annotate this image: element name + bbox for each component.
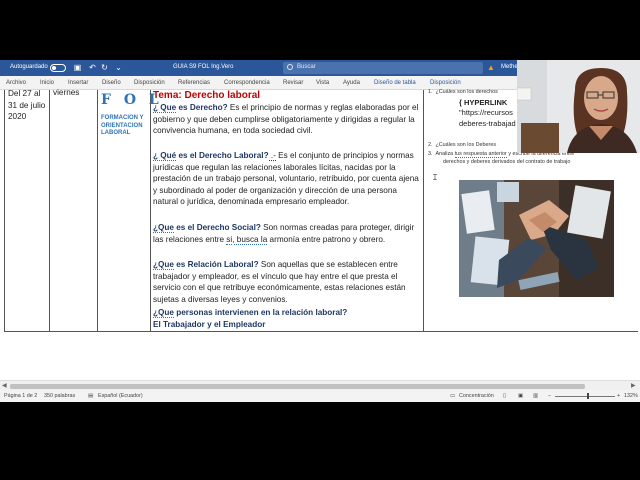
subject-subtitle: FORMACION Y ORIENTACION LABORAL <box>101 115 144 136</box>
list-item-2: 2. ¿Cuáles son los Deberes <box>428 142 496 149</box>
scroll-right-icon[interactable]: ▶ <box>631 382 636 389</box>
zoom-out-icon[interactable]: − <box>548 393 551 399</box>
tab-referencias[interactable]: Referencias <box>178 80 210 86</box>
tab-correspondencia[interactable]: Correspondencia <box>224 80 270 86</box>
scroll-left-icon[interactable]: ◀ <box>2 382 7 389</box>
webcam-overlay <box>517 60 640 153</box>
paragraph-derecho-laboral: ¿ Qué es el Derecho Laboral? .- Es el co… <box>153 150 421 208</box>
list-number: 1. <box>428 89 433 95</box>
list-number: 3. <box>428 151 433 157</box>
autosave-label: Autoguardado <box>10 64 48 70</box>
status-bar: Página 1 de 2 350 palabras ▤ Español (Ec… <box>0 390 640 402</box>
focus-mode[interactable]: Concentración <box>459 393 494 399</box>
date-cell: Del 27 al 31 de julio 2020 <box>8 89 46 121</box>
paragraph-personas: ¿Que personas intervienen en la relación… <box>153 307 421 319</box>
user-name[interactable]: Methe <box>501 64 518 70</box>
question-word: ¿Que <box>153 223 174 233</box>
save-icon[interactable]: ▣ <box>73 63 82 72</box>
tab-diseno-tabla[interactable]: Diseño de tabla <box>374 80 416 86</box>
answer-text: busca la <box>234 234 268 245</box>
list-item-1: 1. ¿Cuáles son los derechos <box>428 89 498 96</box>
question-word: ¿Que <box>153 308 174 318</box>
topic-heading: Tema: Derecho laboral <box>153 90 261 101</box>
tab-disposicion-tabla[interactable]: Disposición <box>430 80 461 86</box>
tab-ayuda[interactable]: Ayuda <box>343 80 360 86</box>
table-border-left <box>4 90 5 331</box>
redo-icon[interactable]: ↻ <box>100 63 109 72</box>
tab-diseno[interactable]: Diseño <box>102 80 121 86</box>
tab-disposicion[interactable]: Disposición <box>134 80 165 86</box>
text-cursor-icon: Ｉ <box>431 173 439 182</box>
paragraph-relacion-laboral: ¿Que es Relación Laboral? Son aquellas q… <box>153 259 421 305</box>
scrollbar-thumb[interactable] <box>10 384 585 389</box>
table-col-divider <box>49 90 50 331</box>
hyperlink-field[interactable]: { HYPERLINK <box>459 98 507 108</box>
list-item-3-line2: derechos y deberes derivados del contrat… <box>443 159 571 165</box>
question-text: es Derecho? <box>176 103 228 112</box>
answer-text: armonía entre patrono y obrero. <box>267 234 386 244</box>
hyperlink-url[interactable]: deberes-trabajad <box>459 119 516 129</box>
question-word: ¿ Qué <box>153 151 177 161</box>
language[interactable]: Español (Ecuador) <box>98 393 143 399</box>
hyperlink-url[interactable]: "https://recursos <box>459 108 513 118</box>
question-word: ¿Que <box>153 260 174 270</box>
handshake-image[interactable] <box>459 180 614 297</box>
search-icon <box>287 64 293 70</box>
question-text: es Relación Laboral? <box>173 260 259 269</box>
list-text: ¿Cuáles son los Deberes <box>435 142 497 148</box>
print-layout-icon[interactable]: ▣ <box>518 393 523 399</box>
document-title: GUIA S9 FOL Ing.Vero <box>173 64 234 70</box>
zoom-slider[interactable] <box>555 396 615 397</box>
question-word: ¿ Que <box>153 103 177 113</box>
tab-revisar[interactable]: Revisar <box>283 80 303 86</box>
web-layout-icon[interactable]: ▥ <box>533 393 538 399</box>
dash-mark: .- <box>268 151 276 161</box>
list-number: 2. <box>428 142 433 148</box>
screen: Autoguardado ▣ ↶ ↻ ⌄ GUIA S9 FOL Ing.Ver… <box>0 0 640 480</box>
list-text: ¿Cuáles son los derechos <box>435 89 498 95</box>
zoom-level[interactable]: 132% <box>624 393 638 399</box>
proofing-icon[interactable]: ▤ <box>88 393 93 399</box>
list-text: tus respuesta anterior <box>454 151 507 158</box>
question-text: es el Derecho Laboral? <box>176 151 269 160</box>
warning-icon[interactable]: ▲ <box>487 63 495 72</box>
tab-inicio[interactable]: Inicio <box>40 80 54 86</box>
question-text: es el Derecho Social? <box>173 223 261 232</box>
zoom-slider-thumb[interactable] <box>587 393 589 399</box>
paragraph-derecho: ¿ Que es Derecho? Es el principio de nor… <box>153 102 421 137</box>
table-border-bottom <box>4 331 638 332</box>
undo-icon[interactable]: ↶ <box>88 63 97 72</box>
question-text: personas intervienen en la relación labo… <box>173 308 348 317</box>
read-mode-icon[interactable]: ▯ <box>503 393 506 399</box>
horizontal-scrollbar[interactable]: ◀ ▶ <box>0 380 640 390</box>
paragraph-derecho-social: ¿Que es el Derecho Social? Son normas cr… <box>153 222 421 245</box>
tab-insertar[interactable]: Insertar <box>68 80 88 86</box>
search-box[interactable]: Buscar <box>283 62 483 74</box>
tab-archivo[interactable]: Archivo <box>6 80 26 86</box>
page-count[interactable]: Página 1 de 2 <box>4 393 37 399</box>
table-col-divider <box>423 90 424 331</box>
word-count[interactable]: 350 palabras <box>44 393 75 399</box>
autosave-toggle[interactable] <box>50 64 66 72</box>
list-text: Analiza <box>435 151 455 157</box>
zoom-in-icon[interactable]: + <box>617 393 620 399</box>
search-placeholder: Buscar <box>297 64 316 70</box>
paragraph-answer: El Trabajador y el Empleador <box>153 320 266 329</box>
tab-vista[interactable]: Vista <box>316 80 329 86</box>
table-col-divider <box>97 90 98 331</box>
focus-icon[interactable]: ▭ <box>450 393 455 399</box>
day-cell: viernes <box>53 88 80 97</box>
customize-icon[interactable]: ⌄ <box>114 63 123 72</box>
